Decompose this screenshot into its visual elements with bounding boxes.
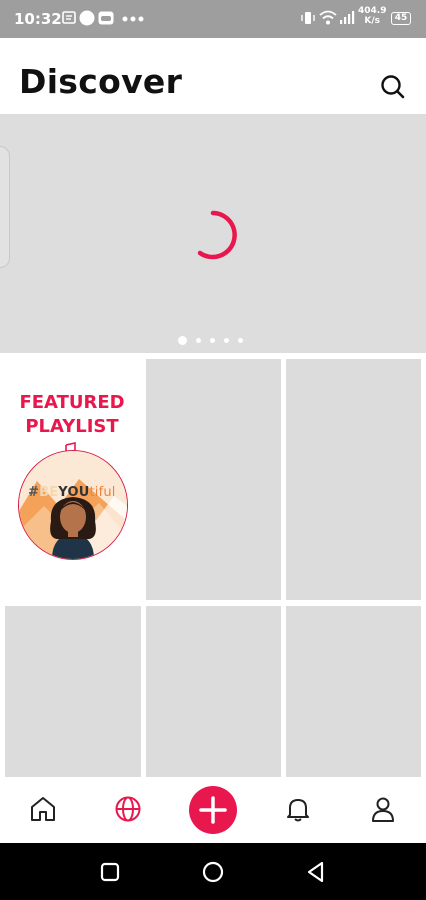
gamepad-icon — [98, 11, 114, 25]
carousel-dot[interactable] — [224, 338, 229, 343]
home-icon[interactable] — [29, 795, 57, 823]
plus-icon — [199, 796, 227, 824]
recents-button[interactable] — [98, 860, 122, 884]
network-speed-unit: K/s — [364, 16, 381, 26]
app-header: Discover — [0, 38, 426, 114]
home-button[interactable] — [201, 860, 225, 884]
featured-playlist-title: FEATURED PLAYLIST — [0, 391, 144, 439]
grid-tile[interactable] — [146, 359, 281, 600]
battery-icon: 45 — [391, 12, 411, 25]
cover-text-be: BE — [39, 485, 59, 500]
featured-title-line2: PLAYLIST — [25, 416, 119, 437]
carousel-dot[interactable] — [210, 338, 215, 343]
network-speed: 404.9 K/s — [358, 6, 386, 26]
search-icon[interactable] — [378, 72, 408, 102]
wifi-icon — [319, 10, 337, 25]
banner-carousel[interactable] — [0, 114, 426, 353]
playlist-cover-art — [19, 451, 127, 559]
system-navigation-bar — [0, 843, 426, 900]
back-button[interactable] — [304, 860, 328, 884]
profile-icon[interactable] — [369, 795, 397, 823]
status-bar: 10:32 404.9 K/s 45 — [0, 0, 426, 38]
notification-icon — [62, 11, 76, 24]
featured-title-line1: FEATURED — [19, 392, 125, 413]
bell-icon[interactable] — [284, 795, 312, 823]
carousel-dot-active[interactable] — [178, 336, 187, 345]
carousel-dot[interactable] — [238, 338, 243, 343]
signal-icon — [340, 11, 355, 24]
add-button[interactable] — [189, 786, 237, 834]
grid-tile[interactable] — [146, 606, 281, 777]
globe-icon[interactable] — [114, 795, 142, 823]
playlist-cover-image[interactable]: #BEYOUtiful — [18, 450, 128, 560]
more-dots-icon — [122, 16, 144, 22]
grid-tile[interactable] — [286, 606, 421, 777]
bottom-navigation — [0, 777, 426, 843]
cover-text-you: YOU — [58, 485, 90, 500]
status-time: 10:32 — [14, 10, 62, 28]
grid-tile[interactable] — [286, 359, 421, 600]
carousel-side-handle[interactable] — [0, 146, 10, 268]
featured-playlist-card[interactable]: FEATURED PLAYLIST #BEYOUtiful — [0, 359, 142, 600]
circle-icon — [79, 10, 95, 26]
carousel-dot[interactable] — [196, 338, 201, 343]
network-speed-value: 404.9 — [358, 6, 387, 16]
cover-text: #BEYOUtiful — [28, 485, 116, 500]
cover-text-tiful: tiful — [89, 485, 116, 500]
cover-text-hash: # — [28, 485, 40, 500]
vibrate-icon — [301, 12, 315, 24]
loading-spinner-icon — [197, 210, 237, 260]
grid-tile[interactable] — [5, 606, 141, 777]
page-title: Discover — [19, 62, 183, 101]
